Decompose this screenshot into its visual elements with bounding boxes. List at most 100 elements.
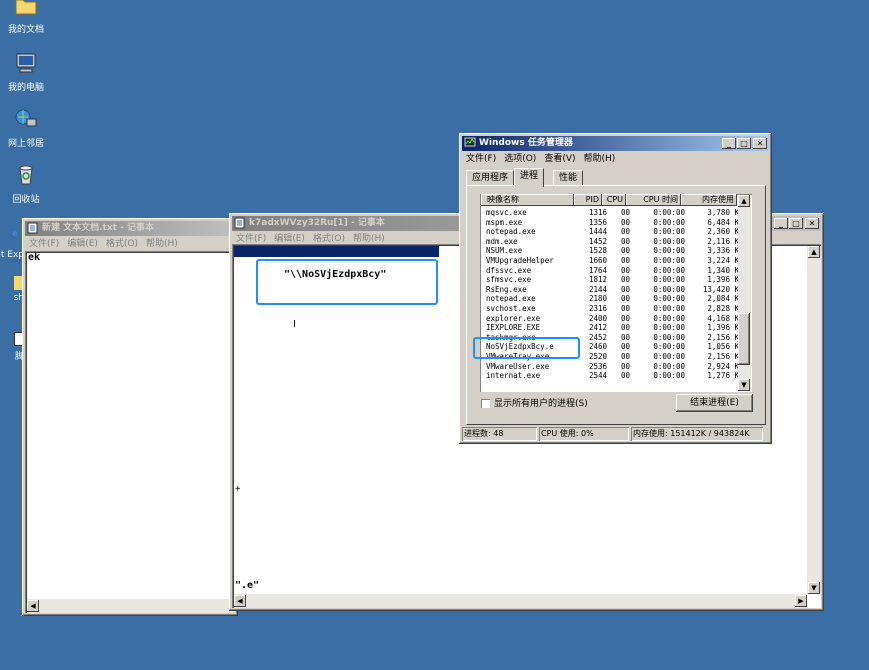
column-cpu-time[interactable]: CPU 时间 xyxy=(626,194,681,206)
scroll-up-button[interactable]: ▲ xyxy=(738,195,750,207)
process-memory: 3,780 K xyxy=(707,208,739,217)
show-all-users-checkbox[interactable]: 显示所有用户的进程(S) xyxy=(481,398,588,410)
process-pid: 1444 xyxy=(588,227,607,237)
menu-options[interactable]: 选项(O) xyxy=(504,154,536,164)
menu-file[interactable]: 文件(F) xyxy=(236,234,266,244)
process-cpu-time: 0:00:00 xyxy=(653,352,685,361)
process-cpu-time: 0:00:00 xyxy=(653,294,685,304)
process-memory: 1,056 K xyxy=(707,342,739,352)
scroll-left-button[interactable]: ◀ xyxy=(27,600,39,612)
process-row[interactable]: IEXPLORE.EXE 2412 00 0:00:00 1,396 K xyxy=(481,323,741,333)
menu-bar: 文件(F) 选项(O) 查看(V) 帮助(H) xyxy=(462,152,769,166)
menu-edit[interactable]: 编辑(E) xyxy=(67,239,98,249)
minimize-button[interactable]: _ xyxy=(722,138,736,149)
scroll-thumb[interactable] xyxy=(738,313,750,365)
column-pid[interactable]: PID xyxy=(574,194,602,206)
tab-performance[interactable]: 性能 xyxy=(553,170,584,186)
column-memory[interactable]: 内存使用 xyxy=(681,194,737,206)
text-cursor: I xyxy=(293,319,296,330)
process-name: NSUM.exe xyxy=(486,246,523,256)
menu-file[interactable]: 文件(F) xyxy=(29,239,59,249)
process-row[interactable]: mdm.exe 1452 00 0:00:00 2,116 K xyxy=(481,237,741,247)
column-image-name[interactable]: 映像名称 xyxy=(481,194,574,206)
notepad-icon xyxy=(27,222,38,234)
process-cpu: 00 xyxy=(620,217,630,227)
scroll-up-button[interactable]: ▲ xyxy=(808,246,820,258)
scroll-right-button[interactable]: ▶ xyxy=(795,595,807,607)
desktop-icon-my-documents[interactable]: 我的文档 xyxy=(1,0,51,35)
minimize-button[interactable]: _ xyxy=(774,218,788,229)
title-bar[interactable]: 新建 文本文档.txt - 记事本 xyxy=(25,221,235,236)
horizontal-scrollbar[interactable]: ◀ xyxy=(27,599,235,613)
desktop-icon-network[interactable]: 网上邻居 xyxy=(1,108,51,149)
process-cpu-time: 0:00:00 xyxy=(653,332,685,342)
vertical-scrollbar[interactable]: ▲ ▼ xyxy=(807,246,821,594)
task-manager-window[interactable]: Windows 任务管理器 _ □ ✕ 文件(F) 选项(O) 查看(V) 帮助(H)… xyxy=(459,133,772,444)
process-pid: 2452 xyxy=(588,332,607,342)
process-memory: 2,360 K xyxy=(707,227,739,237)
tab-applications[interactable]: 应用程序 xyxy=(466,170,515,186)
process-row[interactable]: svchost.exe 2316 00 0:00:00 2,828 K xyxy=(481,304,741,314)
menu-help[interactable]: 帮助(H) xyxy=(146,239,178,249)
process-row[interactable]: NSUM.exe 1528 00 0:00:00 3,336 K xyxy=(481,246,741,256)
checkbox-box[interactable] xyxy=(481,399,490,408)
scroll-down-button[interactable]: ▼ xyxy=(738,379,750,391)
horizontal-scrollbar[interactable]: ◀ ▶ xyxy=(234,594,807,608)
status-process-count: 进程数: 48 xyxy=(462,427,537,441)
column-cpu[interactable]: CPU xyxy=(602,194,626,206)
process-row[interactable]: VMUpgradeHelper 1660 00 0:00:00 3,224 K xyxy=(481,256,741,266)
process-row[interactable]: internat.exe 2544 00 0:00:00 1,276 K xyxy=(481,371,741,381)
tab-processes[interactable]: 进程 xyxy=(514,168,545,187)
desktop-icon-label: 我的文档 xyxy=(7,25,44,35)
process-row[interactable]: VMwareUser.exe 2536 00 0:00:00 2,924 K xyxy=(481,362,741,372)
process-cpu-time: 0:00:00 xyxy=(653,275,685,285)
process-row[interactable]: dfssvc.exe 1764 00 0:00:00 1,340 K xyxy=(481,266,741,276)
menu-format[interactable]: 格式(O) xyxy=(313,234,345,244)
process-name: sfmsvc.exe xyxy=(486,275,532,285)
scroll-down-button[interactable]: ▼ xyxy=(808,582,820,594)
menu-format[interactable]: 格式(O) xyxy=(106,239,138,249)
shortcut-icon xyxy=(14,276,22,290)
process-cpu: 00 xyxy=(620,294,630,304)
menu-help[interactable]: 帮助(H) xyxy=(584,154,616,164)
document-text: ek xyxy=(28,252,41,263)
maximize-button[interactable]: □ xyxy=(737,138,751,149)
close-button[interactable]: ✕ xyxy=(805,218,819,229)
title-bar[interactable]: Windows 任务管理器 _ □ ✕ xyxy=(462,136,769,151)
process-pid: 2144 xyxy=(588,284,607,294)
process-row[interactable]: RsEng.exe 2144 00 0:00:00 13,420 K xyxy=(481,285,741,295)
close-button[interactable]: ✕ xyxy=(753,138,767,149)
process-name: VMwareUser.exe xyxy=(486,361,550,371)
process-row[interactable]: mqsvc.exe 1316 00 0:00:00 3,780 K xyxy=(481,208,741,218)
process-row[interactable]: notepad.exe 2180 00 0:00:00 2,084 K xyxy=(481,294,741,304)
tab-strip: 应用程序 进程 性能 xyxy=(466,168,766,187)
process-row[interactable]: explorer.exe 2400 00 0:00:00 4,168 K xyxy=(481,314,741,324)
menu-help[interactable]: 帮助(H) xyxy=(353,234,385,244)
process-name: mspm.exe xyxy=(486,217,523,227)
scroll-left-button[interactable]: ◀ xyxy=(234,595,246,607)
process-pid: 1764 xyxy=(588,265,607,275)
process-pid: 1356 xyxy=(588,217,607,227)
process-memory: 1,396 K xyxy=(707,275,739,285)
end-process-button[interactable]: 结束进程(E) xyxy=(676,394,753,412)
process-memory: 2,156 K xyxy=(707,332,739,342)
menu-edit[interactable]: 编辑(E) xyxy=(274,234,305,244)
process-cpu: 00 xyxy=(620,313,630,323)
menu-view[interactable]: 查看(V) xyxy=(544,154,575,164)
mark-text: + xyxy=(235,484,241,494)
menu-file[interactable]: 文件(F) xyxy=(466,154,496,164)
process-row[interactable]: mspm.exe 1356 00 0:00:00 6,484 K xyxy=(481,218,741,228)
desktop-icon-my-computer[interactable]: 我的电脑 xyxy=(1,52,51,93)
process-name: VMUpgradeHelper xyxy=(486,256,554,265)
process-cpu: 00 xyxy=(620,361,630,371)
process-list[interactable]: 映像名称 PID CPU CPU 时间 内存使用 mqsvc.exe 1316 00… xyxy=(480,194,752,392)
vertical-scrollbar[interactable]: ▲ ▼ xyxy=(738,195,751,391)
text-area[interactable]: ek ◀ xyxy=(25,251,235,613)
maximize-button[interactable]: □ xyxy=(789,218,803,229)
process-cpu: 00 xyxy=(620,265,630,275)
desktop-icon-recycle-bin[interactable]: 回收站 xyxy=(1,164,51,205)
notepad-window-new-text[interactable]: 新建 文本文档.txt - 记事本 文件(F) 编辑(E) 格式(O) 帮助(H) e… xyxy=(22,218,238,616)
process-pid: 1660 xyxy=(588,256,607,265)
process-row[interactable]: notepad.exe 1444 00 0:00:00 2,360 K xyxy=(481,227,741,237)
process-row[interactable]: sfmsvc.exe 1812 00 0:00:00 1,396 K xyxy=(481,275,741,285)
